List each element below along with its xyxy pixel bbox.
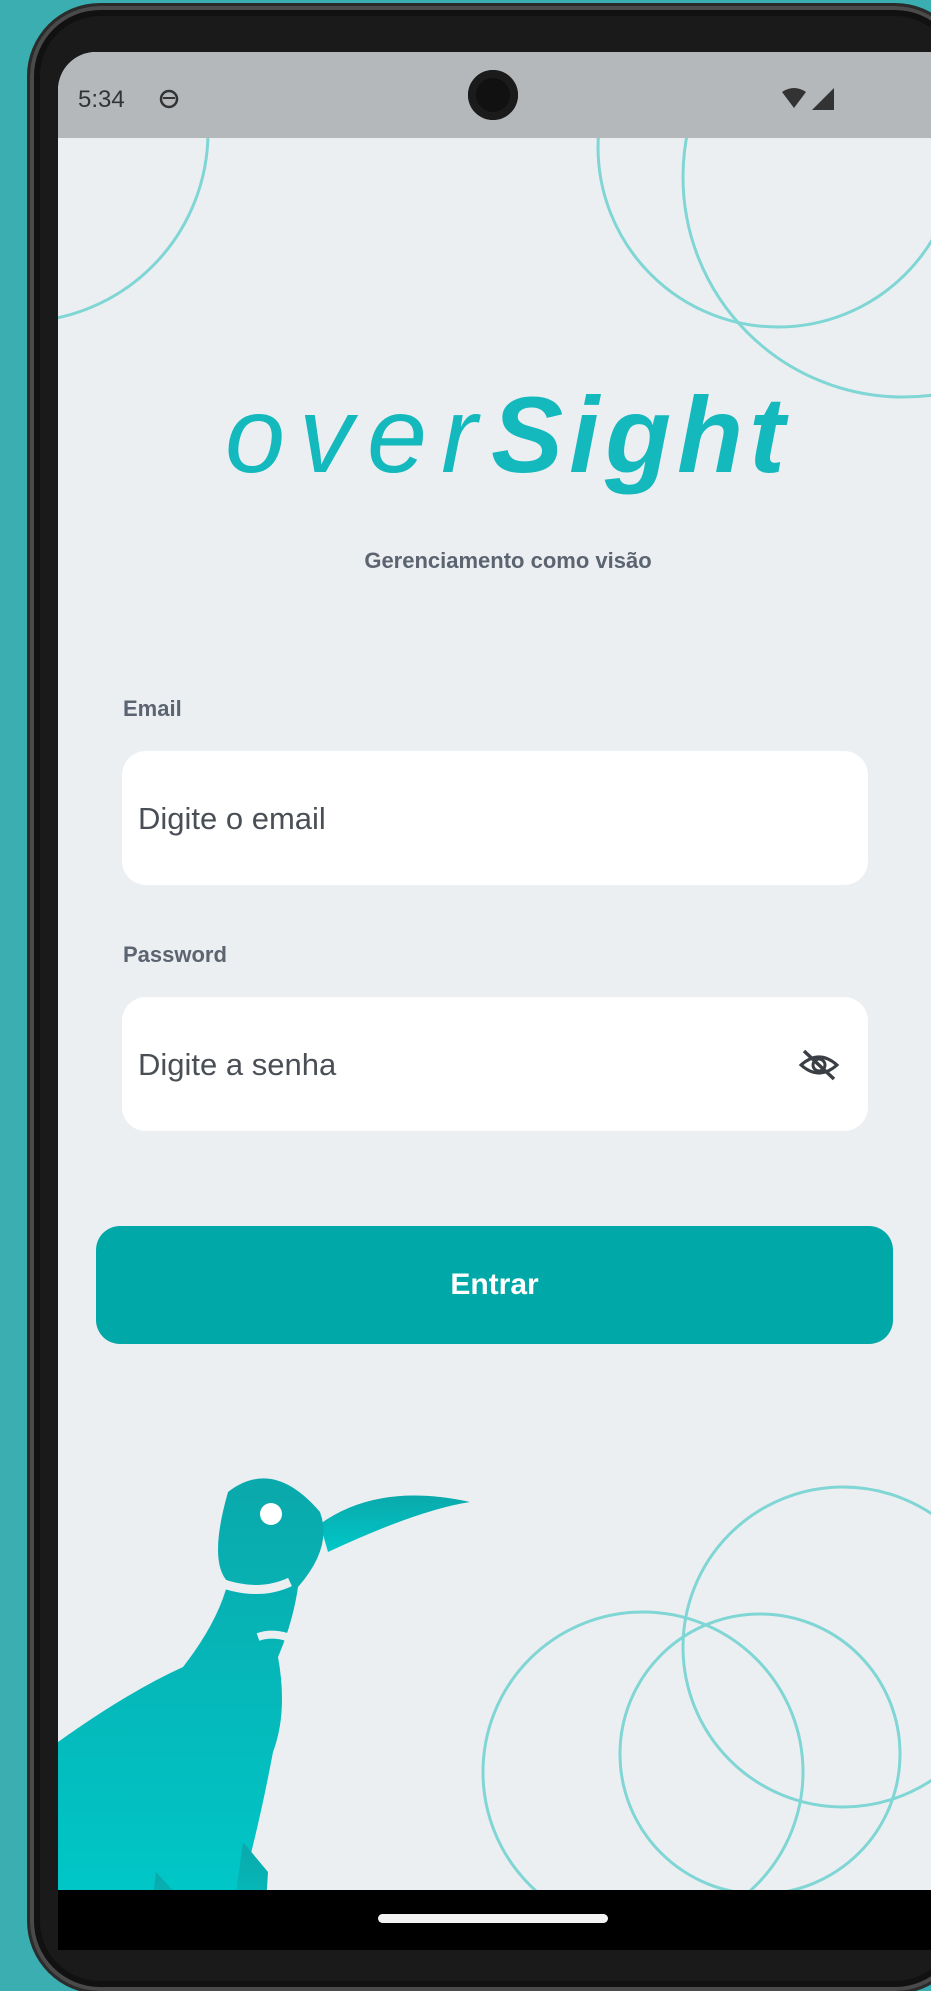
logo-bold-text: Sight [491,374,792,495]
password-placeholder: Digite a senha [138,1047,337,1082]
status-bar: 5:34 [58,52,931,138]
navigation-bar [58,1890,931,1950]
tagline: Gerenciamento como visão [364,548,652,573]
home-indicator[interactable] [378,1914,608,1923]
bird-mascot-illustration [58,1478,470,1932]
wifi-signal-icon [782,88,834,110]
eye-off-icon[interactable] [798,1047,840,1083]
password-field[interactable]: Digite a senha [122,997,868,1131]
app-logo: overSight [58,372,931,497]
email-label: Email [123,696,182,721]
status-time: 5:34 [78,86,125,113]
logo-light-text: over [224,374,492,495]
email-placeholder: Digite o email [138,801,326,836]
login-button[interactable]: Entrar [96,1226,893,1344]
alarm-icon [159,89,179,109]
front-camera [468,70,518,120]
password-label: Password [123,942,227,967]
app-screen: 5:34 overSight Gerenciamento como visão … [58,52,931,1932]
email-field[interactable]: Digite o email [122,751,868,885]
